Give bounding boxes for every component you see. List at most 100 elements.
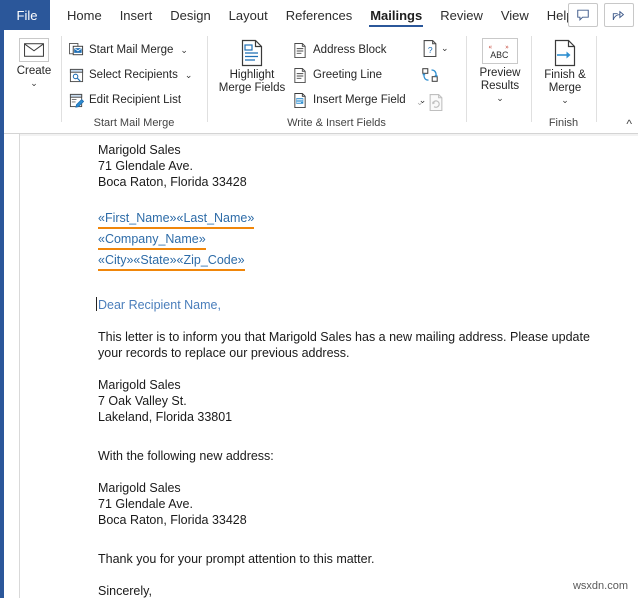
tab-layout[interactable]: Layout xyxy=(220,0,277,30)
closing-sincerely: Sincerely, xyxy=(98,584,152,598)
merge-field-line-wrap: «City»«State»«Zip_Code» xyxy=(98,252,608,271)
select-recipients-icon xyxy=(68,67,84,83)
old-address-line: 7 Oak Valley St. xyxy=(98,394,187,408)
insert-merge-field-label: Insert Merge Field xyxy=(313,94,406,106)
tab-insert[interactable]: Insert xyxy=(111,0,162,30)
tab-layout-label: Layout xyxy=(228,7,268,23)
chevron-down-icon: ⌄ xyxy=(416,97,424,107)
ribbon-tabs: Home Insert Design Layout References Mai… xyxy=(50,0,583,30)
insert-merge-field-icon xyxy=(292,92,308,108)
share-icon xyxy=(612,10,625,20)
tab-insert-label: Insert xyxy=(119,7,153,23)
tab-review-label: Review xyxy=(440,7,483,23)
old-address-line: Lakeland, Florida 33801 xyxy=(98,410,233,424)
svg-text:?: ? xyxy=(428,45,433,55)
tab-home-label: Home xyxy=(67,7,102,23)
edit-recipient-list-label: Edit Recipient List xyxy=(89,94,182,106)
address-block-button[interactable]: Address Block xyxy=(292,42,387,58)
new-address-intro: With the following new address: xyxy=(98,449,274,463)
finish-merge-label: Finish & Merge xyxy=(544,69,586,94)
sender-line: Marigold Sales xyxy=(98,143,181,157)
group-label-start-mail-merge: Start Mail Merge xyxy=(93,117,175,129)
chevron-down-icon[interactable]: ⌄ xyxy=(185,70,193,81)
tab-home[interactable]: Home xyxy=(58,0,111,30)
ribbon-tab-bar: File Home Insert Design Layout Reference… xyxy=(4,0,638,30)
merge-fields-block[interactable]: «First_Name»«Last_Name» «Company_Name» «… xyxy=(98,210,608,271)
new-address-line: Boca Raton, Florida 33428 xyxy=(98,513,247,527)
start-mail-merge-button[interactable]: Start Mail Merge ⌄ xyxy=(68,42,188,58)
closing-thanks: Thank you for your prompt attention to t… xyxy=(98,552,375,566)
ribbon: Create ⌄ Start Mail Merge ⌄ Select Recip… xyxy=(4,30,638,134)
body-paragraph: This letter is to inform you that Marigo… xyxy=(98,330,590,360)
tab-view[interactable]: View xyxy=(492,0,538,30)
chevron-down-icon[interactable]: ⌄ xyxy=(496,94,504,103)
address-block-icon xyxy=(292,42,308,58)
chevron-down-icon[interactable]: ⌄ xyxy=(561,96,569,105)
sender-address-block: Marigold Sales 71 Glendale Ave. Boca Rat… xyxy=(98,142,608,190)
match-fields-button[interactable] xyxy=(422,67,440,84)
preview-results-button[interactable]: « » ABC Preview Results ⌄ xyxy=(474,38,526,103)
insert-merge-field-button[interactable]: Insert Merge Field ⌄ xyxy=(292,92,426,108)
chevron-down-icon[interactable]: ⌄ xyxy=(441,43,449,54)
old-address-line: Marigold Sales xyxy=(98,378,181,392)
create-button[interactable]: Create ⌄ xyxy=(12,38,56,88)
edit-recipient-list-button[interactable]: Edit Recipient List xyxy=(68,92,181,108)
tab-mailings[interactable]: Mailings xyxy=(361,0,431,30)
tab-design[interactable]: Design xyxy=(161,0,219,30)
comments-button[interactable] xyxy=(568,3,598,27)
highlight-merge-fields-button[interactable]: Highlight Merge Fields xyxy=(216,38,288,95)
preview-results-label: Preview Results xyxy=(479,67,521,92)
tab-mailings-label: Mailings xyxy=(370,7,423,23)
document-canvas[interactable]: Marigold Sales 71 Glendale Ave. Boca Rat… xyxy=(4,134,638,598)
greeting-line-icon xyxy=(292,67,308,83)
chevron-down-icon[interactable]: ⌄ xyxy=(180,45,188,56)
tab-review[interactable]: Review xyxy=(431,0,492,30)
greeting-line-label: Greeting Line xyxy=(313,69,383,81)
document-body[interactable]: Marigold Sales 71 Glendale Ave. Boca Rat… xyxy=(96,142,608,598)
finish-merge-button[interactable]: Finish & Merge ⌄ xyxy=(539,38,591,105)
word-window: File Home Insert Design Layout Reference… xyxy=(0,0,638,598)
tab-design-label: Design xyxy=(170,7,211,23)
create-button-label: Create xyxy=(16,65,52,77)
rules-button[interactable]: ? ⌄ xyxy=(422,40,449,57)
highlight-merge-fields-label: Highlight Merge Fields xyxy=(218,69,286,94)
share-button[interactable] xyxy=(604,3,634,27)
group-separator xyxy=(531,36,532,122)
text-caret xyxy=(96,297,97,311)
page-top-edge xyxy=(20,134,638,136)
finish-merge-icon xyxy=(548,38,582,68)
group-separator xyxy=(61,36,62,122)
merge-field-name[interactable]: «First_Name»«Last_Name» xyxy=(98,210,255,229)
start-mail-merge-icon xyxy=(68,42,84,58)
group-label-write-insert-fields: Write & Insert Fields xyxy=(287,117,386,129)
merge-field-city-state-zip[interactable]: «City»«State»«Zip_Code» xyxy=(98,252,245,271)
svg-text:ABC: ABC xyxy=(490,50,509,60)
tab-references-label: References xyxy=(285,7,353,23)
group-label-finish: Finish xyxy=(548,117,579,129)
collapse-ribbon-button[interactable]: ^ xyxy=(626,117,632,131)
watermark: wsxdn.com xyxy=(572,580,628,592)
tab-view-label: View xyxy=(500,7,529,23)
greeting-line-button[interactable]: Greeting Line xyxy=(292,67,382,83)
group-separator xyxy=(596,36,597,122)
page-left-margin-line xyxy=(19,134,20,598)
comment-icon xyxy=(577,9,589,21)
update-labels-icon xyxy=(429,94,442,111)
tab-file[interactable]: File xyxy=(4,0,50,30)
select-recipients-button[interactable]: Select Recipients ⌄ xyxy=(68,67,192,83)
tab-references[interactable]: References xyxy=(277,0,361,30)
window-actions xyxy=(568,3,634,27)
abc-preview-icon: « » ABC xyxy=(482,38,518,64)
chevron-down-icon[interactable]: ⌄ xyxy=(30,79,38,88)
merge-field-company[interactable]: «Company_Name» xyxy=(98,231,206,250)
group-separator xyxy=(207,36,208,122)
merge-field-line-wrap: «First_Name»«Last_Name» xyxy=(98,210,608,229)
merge-field-line-wrap: «Company_Name» xyxy=(98,231,608,250)
envelope-icon xyxy=(19,38,49,62)
